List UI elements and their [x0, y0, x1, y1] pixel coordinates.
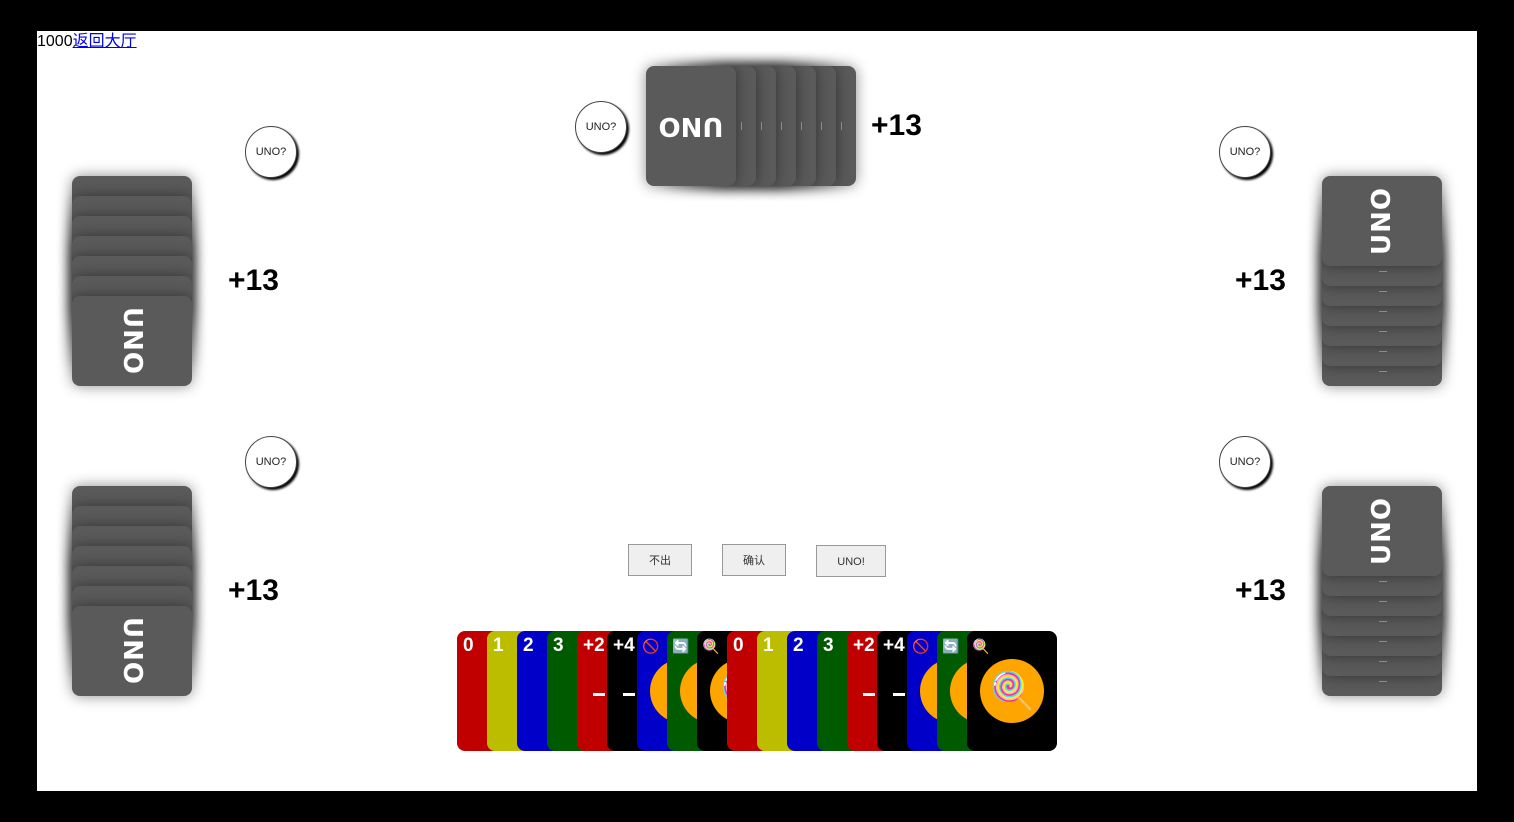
skip-icon: 🚫 — [912, 639, 930, 655]
right-lower-card-count: +13 — [1235, 574, 1286, 607]
card-value: 1 — [493, 635, 504, 656]
uno-brand: UNO — [1367, 497, 1397, 565]
uno-brand: UNO — [117, 617, 147, 685]
card-center-mark — [623, 693, 635, 696]
card-center-mark — [863, 693, 875, 696]
uno-brand: UNO — [1367, 187, 1397, 255]
card-back-top: UNO — [1322, 486, 1442, 576]
card-value: +2 — [583, 635, 605, 656]
left-lower-uno-call-button[interactable]: UNO? — [245, 436, 297, 488]
player-hand: 0123+2+4🚫🔄🍭🍭0123+2+4🚫🔄🍭🍭 — [457, 631, 1057, 751]
card-value: +4 — [883, 635, 905, 656]
card-value: 0 — [463, 635, 474, 656]
confirm-button[interactable]: 确认 — [722, 544, 786, 576]
uno-brand: UNO — [658, 111, 724, 141]
card-value: 0 — [733, 635, 744, 656]
card-value: +4 — [613, 635, 635, 656]
right-upper-uno-call-button[interactable]: UNO? — [1219, 126, 1271, 178]
card-back-top: UNO — [72, 296, 192, 386]
left-lower-opponent-pile: UNO — [72, 486, 192, 696]
score: 1000 — [37, 33, 73, 50]
right-upper-card-count: +13 — [1235, 264, 1286, 297]
left-upper-opponent-pile: UNO — [72, 176, 192, 386]
card-center-mark — [593, 693, 605, 696]
card-center-mark — [893, 693, 905, 696]
call-uno-button[interactable]: UNO! — [816, 545, 886, 577]
reverse-icon: 🔄 — [942, 639, 960, 655]
card-back-top: UNO — [646, 66, 736, 186]
right-lower-opponent-pile: UNO — [1322, 486, 1442, 696]
wild-icon: 🍭 — [702, 639, 720, 655]
top-bar: 1000返回大厅 — [37, 31, 137, 53]
card-value: 3 — [823, 635, 834, 656]
top-uno-call-button[interactable]: UNO? — [575, 101, 627, 153]
card-value: 2 — [793, 635, 804, 656]
wild-center-circle: 🍭 — [980, 659, 1044, 723]
card-value: 2 — [523, 635, 534, 656]
game-table: 1000返回大厅 UNO? UNO +13 UNO? UNO +13 UNO? — [37, 31, 1477, 791]
card-value: +2 — [853, 635, 875, 656]
card-value: 3 — [553, 635, 564, 656]
left-lower-card-count: +13 — [228, 574, 279, 607]
right-lower-uno-call-button[interactable]: UNO? — [1219, 436, 1271, 488]
left-upper-uno-call-button[interactable]: UNO? — [245, 126, 297, 178]
back-to-lobby-link[interactable]: 返回大厅 — [73, 33, 137, 50]
card-value: 1 — [763, 635, 774, 656]
top-opponent-pile: UNO — [646, 66, 856, 186]
right-upper-opponent-pile: UNO — [1322, 176, 1442, 386]
card-back-top: UNO — [72, 606, 192, 696]
pass-button[interactable]: 不出 — [628, 544, 692, 576]
card-back-top: UNO — [1322, 176, 1442, 266]
top-card-count: +13 — [871, 109, 922, 142]
skip-icon: 🚫 — [642, 639, 660, 655]
left-upper-card-count: +13 — [228, 264, 279, 297]
hand-card[interactable]: 🍭🍭 — [967, 631, 1057, 751]
reverse-icon: 🔄 — [672, 639, 690, 655]
uno-brand: UNO — [117, 307, 147, 375]
wild-icon: 🍭 — [972, 639, 990, 655]
